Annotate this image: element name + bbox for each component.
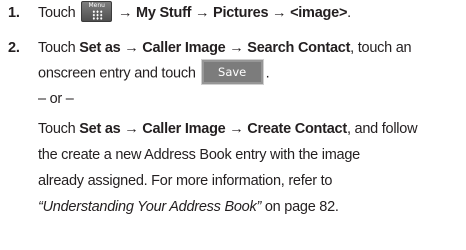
step-2-line-2: onscreen entry and touch Save. <box>38 60 270 84</box>
step-1-period: . <box>347 5 351 21</box>
step-1-touch: Touch <box>38 5 76 21</box>
step-2-alt-text-a: , and follow <box>346 121 418 137</box>
step-2-line-1: Touch Set as → Caller Image → Search Con… <box>38 38 412 58</box>
or-separator: – or – <box>38 91 74 107</box>
page-reference: on page 82. <box>261 199 339 215</box>
step-2-text-a: , touch an <box>350 40 412 56</box>
step-2-alt-line-4: “Understanding Your Address Book” on pag… <box>38 197 339 217</box>
save-button: Save <box>201 60 263 84</box>
step-2-touch: Touch <box>38 40 76 56</box>
step-2-alt-line-1: Touch Set as → Caller Image → Create Con… <box>38 119 418 139</box>
step-1-line: Touch Menu → My Stuff → Pictures → <imag… <box>38 1 351 23</box>
step-2-alt-line-3: already assigned. For more information, … <box>38 173 333 189</box>
step-2-number: 2. <box>8 40 20 56</box>
step-2-path: Set as → Caller Image → Search Contact <box>79 40 351 56</box>
grid-icon <box>92 10 104 21</box>
step-2-text-b: onscreen entry and touch <box>38 65 196 82</box>
step-1-number: 1. <box>8 5 20 21</box>
step-2-alt-touch: Touch <box>38 121 76 137</box>
step-2-alt-line-2: the create a new Address Book entry with… <box>38 147 360 163</box>
step-2-alt-path: Set as → Caller Image → Create Contact <box>79 121 347 137</box>
menu-key-label: Menu <box>88 2 105 10</box>
step-1-path: → My Stuff → Pictures → <image> <box>118 5 348 21</box>
step-2-period: . <box>265 65 270 82</box>
reference-link[interactable]: “Understanding Your Address Book” <box>38 199 261 215</box>
menu-key-icon: Menu <box>81 1 113 23</box>
instruction-document: 1. Touch Menu → My Stuff → Pictures → <i… <box>0 0 466 250</box>
